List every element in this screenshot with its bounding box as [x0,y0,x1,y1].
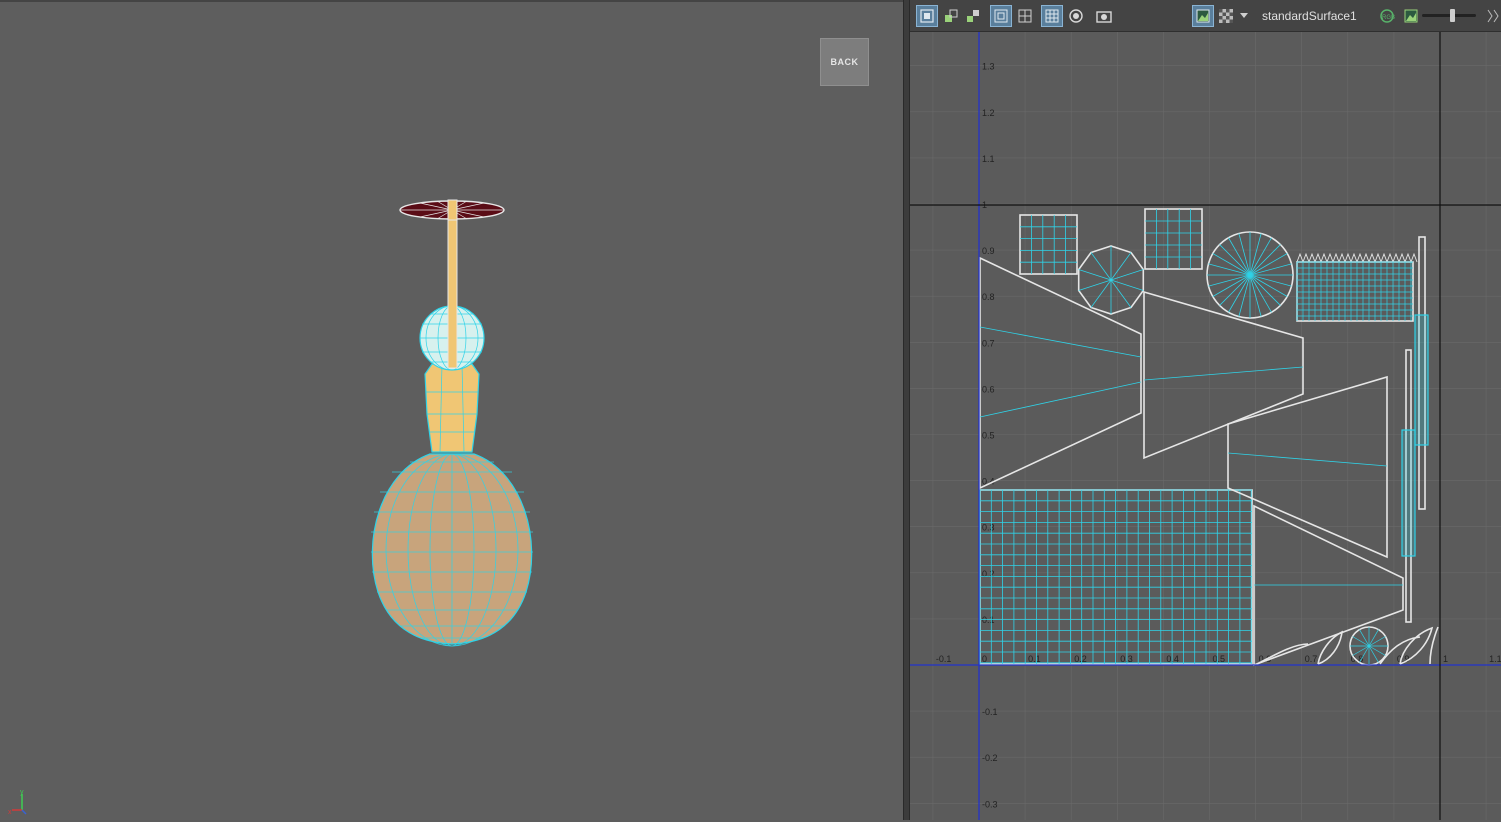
camera-icon[interactable] [1093,5,1115,27]
v-tick-label: 0.3 [982,523,995,533]
uv-shell-top-disc [1206,231,1294,319]
v-tick-label: -0.1 [982,707,998,717]
material-name[interactable]: standardSurface1 [1262,9,1357,23]
image-ratio-icon[interactable] [1400,5,1422,27]
u-tick-label: -0.1 [936,654,952,664]
bottle-lid-mesh [399,199,505,221]
uv-shell-comb [1296,252,1418,322]
checker-icon[interactable] [1215,5,1237,27]
panel-splitter[interactable] [903,0,910,820]
isolate-icon[interactable] [1065,5,1087,27]
uv-shell-trapezoid-1 [979,256,1142,490]
uv-select-icon[interactable] [916,5,938,27]
v-tick-label: 1.2 [982,108,995,118]
uv-shell-body-grid [979,489,1253,665]
uv-grid [910,32,1501,820]
u-tick-label: 0.7 [1305,654,1318,664]
uv-shell-stem-strips [1401,236,1429,623]
grid-toggle-icon[interactable] [1041,5,1063,27]
v-tick-label: 0.8 [982,292,995,302]
rgb-channel-icon[interactable]: RGB [1376,5,1398,27]
uv-snapshot-icon[interactable] [962,5,984,27]
svg-text:x: x [8,809,12,816]
dropdown-arrow-icon[interactable] [1237,5,1251,27]
frame-selection-icon[interactable] [1014,5,1036,27]
v-tick-label: 1.3 [982,62,995,72]
bottle-body-mesh [371,453,533,647]
uv-shell-bottom-disc [1349,626,1389,666]
uv-shell-small-grid-1 [1019,214,1078,275]
uv-shell-small-grid-2 [1144,208,1203,270]
u-tick-label: 1.1 [1489,654,1501,664]
v-tick-label: 0.7 [982,338,995,348]
uv-shell-select-icon[interactable] [940,5,962,27]
v-tick-label: -0.2 [982,753,998,763]
bottle-model[interactable] [0,2,903,822]
svg-text:RGB: RGB [1382,15,1395,21]
u-tick-label: 1 [1443,654,1448,664]
uv-editor-toolbar: standardSurface1 RGB [910,0,1501,32]
v-tick-label: 0.9 [982,246,995,256]
v-tick-label: 0.2 [982,569,995,579]
bottle-stem-mesh [447,201,458,369]
exposure-slider-handle[interactable] [1449,9,1455,22]
v-tick-label: 0.6 [982,384,995,394]
v-tick-label: -0.3 [982,799,998,809]
uv-editor-panel[interactable]: standardSurface1 RGB 1.3 1.2 1.1 1 0.9 0.8 0.7… [910,0,1501,820]
xyz-axis-gizmo-icon: y x [8,789,27,816]
uv-canvas[interactable]: 1.31.21.110.90.80.70.60.50.40.30.20.1-0.… [910,32,1501,820]
frame-all-icon[interactable] [990,5,1012,27]
image-display-icon[interactable] [1192,5,1214,27]
v-tick-label: 1.1 [982,154,995,164]
uv-shell-trapezoid-4 [1253,504,1404,667]
uv-shells [979,208,1439,667]
uv-shell-lid-decagon [1077,245,1145,315]
exposure-slider[interactable] [1422,9,1476,22]
bottle-neck-mesh [424,363,480,453]
uv-shell-trapezoid-2 [1143,290,1304,460]
svg-text:y: y [20,789,24,796]
toolbar-overflow-icon[interactable] [1486,8,1500,24]
perspective-viewport[interactable]: BACK y x [0,0,903,820]
v-tick-label: 0.5 [982,431,995,441]
